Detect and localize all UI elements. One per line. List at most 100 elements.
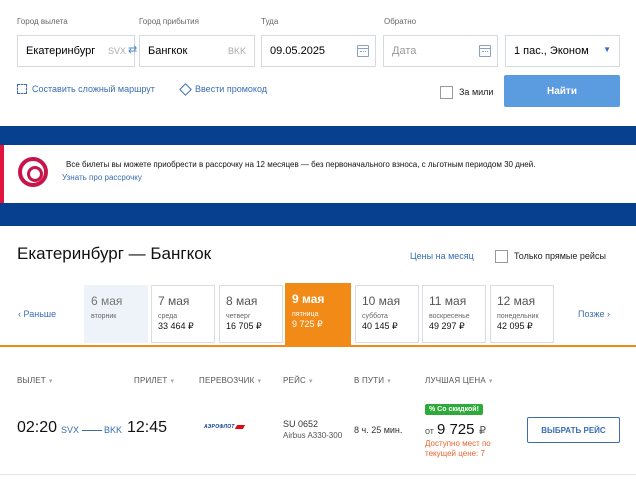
col-flight[interactable]: РЕЙС ▾ (283, 376, 313, 385)
calendar-icon[interactable] (479, 45, 491, 57)
installment-link[interactable]: Узнать про рассрочку (62, 173, 142, 182)
price-currency: ₽ (478, 425, 486, 437)
col-best-price[interactable]: ЛУЧШАЯ ЦЕНА ▾ (425, 376, 493, 385)
carrier-wing-icon (234, 424, 245, 429)
date-card-selected[interactable]: 9 мая пятница 9 725 ₽ (285, 283, 351, 345)
discount-badge: % Со скидкой! (425, 404, 483, 415)
to-value: Бангкок (148, 45, 188, 57)
return-date-field[interactable]: Дата (383, 35, 498, 67)
price-from-label: от (425, 426, 434, 436)
choose-flight-button[interactable]: ВЫБРАТЬ РЕЙС (527, 417, 620, 443)
depart-date-field[interactable]: 09.05.2025 (261, 35, 376, 67)
date-day: 12 мая (497, 294, 536, 308)
earlier-label: Раньше (23, 309, 57, 319)
col-carrier[interactable]: ПЕРЕВОЗЧИК ▾ (199, 376, 261, 385)
direct-only-label: Только прямые рейсы (514, 251, 606, 261)
flight-duration: 8 ч. 25 мин. (354, 425, 403, 435)
date-price: 9 725 ₽ (292, 319, 323, 329)
miles-label: За мили (459, 87, 494, 97)
seats-availability: Доступно мест по текущей цене: 7 (425, 439, 491, 458)
carrier-logo-text: АЭРОФЛОТ (204, 424, 235, 430)
sort-icon: ▾ (257, 378, 262, 385)
calendar-icon[interactable] (357, 45, 369, 57)
col-duration[interactable]: В ПУТИ ▾ (354, 376, 391, 385)
col-arrival-label: ПРИЛЕТ (134, 376, 168, 385)
date-card[interactable]: 8 мая четверг 16 705 ₽ (219, 285, 283, 343)
date-day: 9 мая (292, 292, 325, 306)
return-date-placeholder: Дата (392, 45, 417, 57)
date-card[interactable]: 10 мая суббота 40 145 ₽ (355, 285, 419, 343)
to-field[interactable]: Бангкок BKK (139, 35, 255, 67)
month-prices-link[interactable]: Цены на месяц (410, 251, 474, 261)
date-weekday: среда (158, 313, 178, 320)
date-day: 7 мая (158, 294, 190, 308)
date-weekday: четверг (226, 313, 251, 320)
depart-label: Туда (261, 17, 279, 26)
from-code: SVX (107, 46, 126, 56)
date-price: 49 297 ₽ (429, 321, 465, 331)
chevron-left-icon: ‹ (18, 309, 21, 319)
installment-logo-icon (18, 157, 48, 187)
date-price: 42 095 ₽ (497, 321, 533, 331)
earlier-dates-link[interactable]: ‹ Раньше (18, 309, 56, 319)
later-dates-link[interactable]: Позже › (578, 309, 610, 319)
col-best-price-label: ЛУЧШАЯ ЦЕНА (425, 376, 486, 385)
date-weekday: пятница (292, 311, 319, 318)
to-code: BKK (227, 46, 246, 56)
date-weekday: понедельник (497, 313, 539, 320)
departure-airport[interactable]: SVX (61, 425, 79, 435)
col-departure-label: ВЫЛЕТ (17, 376, 46, 385)
passengers-select[interactable]: 1 пас., Эконом ▼ (505, 35, 620, 67)
col-duration-label: В ПУТИ (354, 376, 385, 385)
chevron-right-icon: › (607, 309, 611, 319)
col-carrier-label: ПЕРЕВОЗЧИК (199, 376, 255, 385)
col-departure[interactable]: ВЫЛЕТ ▾ (17, 376, 53, 385)
arrival-time: 12:45 (127, 419, 168, 436)
passengers-value: 1 пас., Эконом (514, 45, 589, 57)
sort-icon: ▾ (488, 378, 493, 385)
arrival-airport[interactable]: BKK (104, 425, 122, 435)
flight-number: SU 0652 (283, 419, 319, 429)
find-button[interactable]: Найти (504, 75, 620, 107)
date-price: 33 464 ₽ (158, 321, 194, 331)
date-card[interactable]: 7 мая среда 33 464 ₽ (151, 285, 215, 343)
date-price: 16 705 ₽ (226, 321, 262, 331)
promo-code-label: Ввести промокод (195, 84, 268, 94)
miles-checkbox[interactable] (440, 86, 453, 99)
complex-route-label: Составить сложный маршрут (32, 84, 155, 94)
route-icon (17, 84, 27, 94)
promo-code-link[interactable]: Ввести промокод (179, 82, 268, 96)
later-label: Позже (578, 309, 605, 319)
route-title: Екатеринбург — Бангкок (17, 244, 212, 263)
sort-icon: ▾ (387, 378, 391, 385)
best-price: от 9 725 ₽ (425, 421, 486, 439)
departure-time: 02:20 (17, 419, 58, 436)
direct-only-checkbox[interactable] (495, 250, 508, 263)
price-value: 9 725 (436, 421, 475, 438)
date-card[interactable]: 11 мая воскресенье 49 297 ₽ (422, 285, 486, 343)
from-value: Екатеринбург (26, 45, 96, 57)
depart-date-value: 09.05.2025 (270, 45, 326, 57)
from-field[interactable]: Екатеринбург SVX (17, 35, 135, 67)
top-band (0, 126, 636, 145)
date-weekday: суббота (362, 313, 388, 320)
return-label: Обратно (384, 17, 417, 26)
swap-icon[interactable]: ⇄ (128, 43, 137, 56)
carrier-logo: АЭРОФЛОТ (204, 424, 256, 434)
from-label: Город вылета (17, 17, 68, 26)
selected-date-divider (0, 345, 636, 347)
col-arrival[interactable]: ПРИЛЕТ ▾ (134, 376, 174, 385)
row-divider (0, 474, 636, 475)
chevron-down-icon: ▼ (603, 45, 611, 54)
banner-text: Все билеты вы можете приобрести в рассро… (66, 160, 536, 169)
date-day: 11 мая (429, 294, 467, 308)
date-weekday: вторник (91, 313, 117, 320)
sort-icon: ▾ (48, 378, 53, 385)
route-line (82, 430, 102, 431)
date-day: 10 мая (362, 294, 401, 308)
aircraft-type: Airbus A330-300 (283, 431, 343, 440)
date-price: 40 145 ₽ (362, 321, 398, 331)
date-card[interactable]: 12 мая понедельник 42 095 ₽ (490, 285, 554, 343)
complex-route-link[interactable]: Составить сложный маршрут (17, 84, 155, 94)
date-day: 8 мая (226, 294, 258, 308)
